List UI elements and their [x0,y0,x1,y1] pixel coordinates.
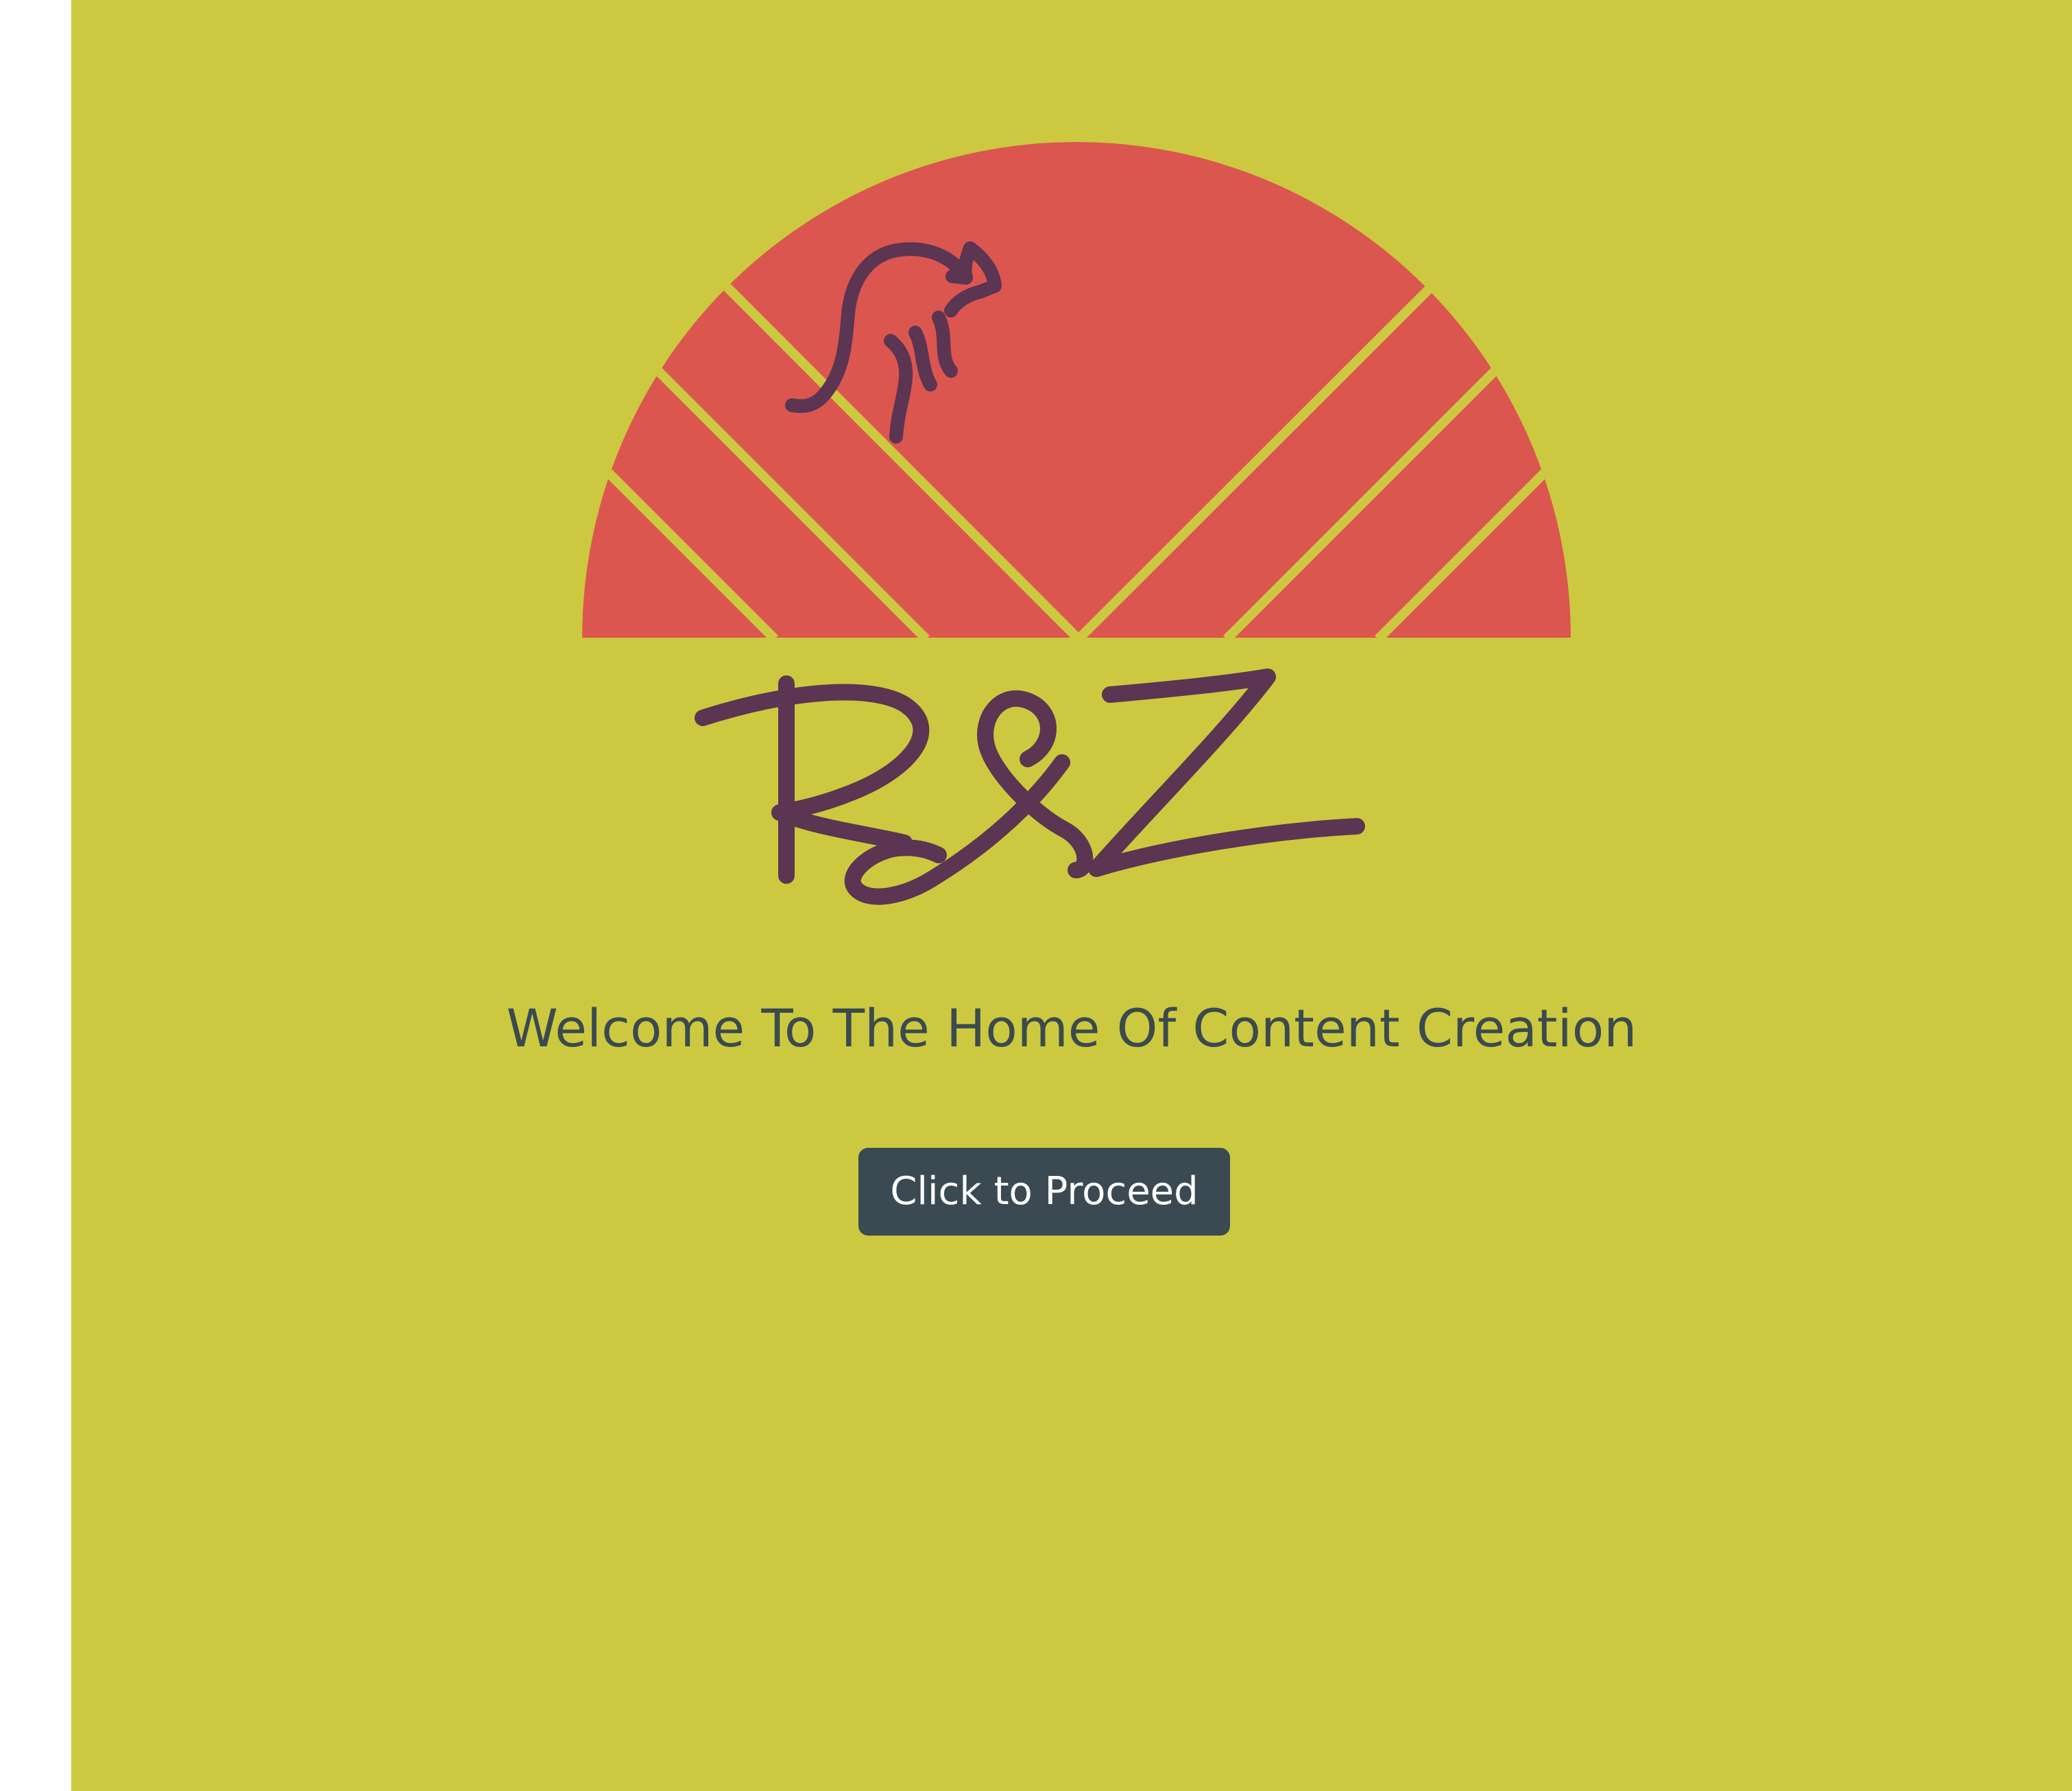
brand-monogram [695,669,1365,905]
sun-emblem [582,142,1571,638]
proceed-button[interactable]: Click to Proceed [858,1148,1230,1236]
brand-logo [582,142,1571,910]
welcome-heading: Welcome To The Home Of Content Creation [506,998,1637,1059]
